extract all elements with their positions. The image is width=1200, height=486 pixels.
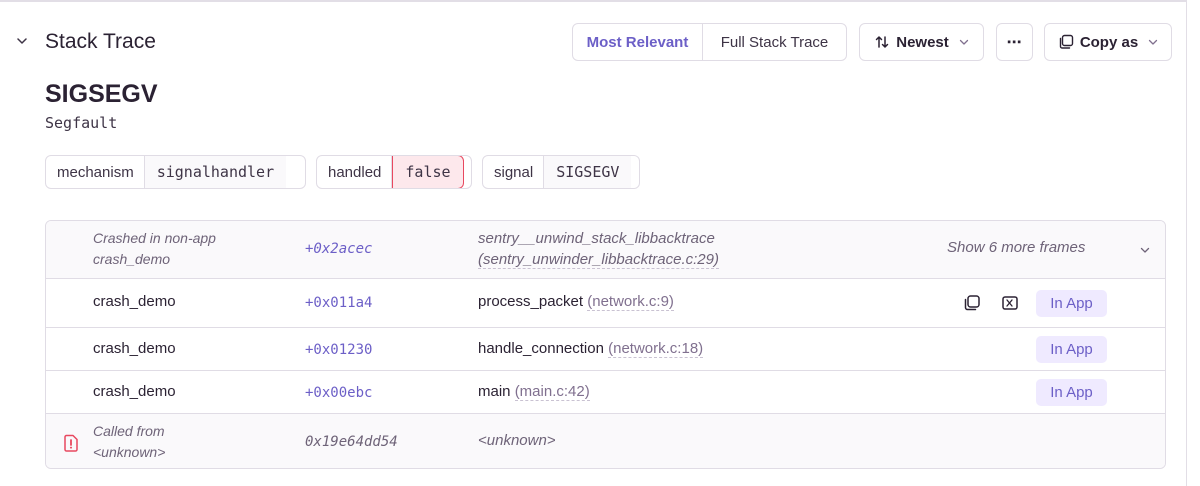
frame-package: Called from <unknown> (93, 421, 165, 463)
collapsed-frames-row[interactable]: Crashed in non-app crash_demo +0x2acec s… (46, 221, 1165, 278)
chevron-down-icon[interactable] (1140, 245, 1150, 255)
called-from-row[interactable]: Called from <unknown> 0x19e64dd54 <unkno… (46, 413, 1165, 468)
tag-key: mechanism (46, 156, 145, 188)
frame-address: +0x00ebc (305, 385, 373, 401)
function-location: (network.c:18) (608, 340, 704, 358)
frame-package: crash_demo (93, 293, 176, 310)
crashed-label: Crashed in non-app (93, 230, 216, 246)
called-from-label: Called from (93, 423, 165, 439)
section-title: Stack Trace (45, 30, 156, 53)
function-name: process_packet (478, 293, 584, 310)
tag-value: SIGSEGV (544, 156, 632, 188)
tag-handled: handled false (316, 155, 472, 189)
frame-function: sentry__unwind_stack_libbacktrace (sentr… (478, 228, 719, 270)
in-app-badge: In App (1036, 379, 1107, 406)
warning-file-icon (64, 434, 78, 452)
copy-icon (1059, 34, 1074, 49)
tag-value: signalhandler (144, 156, 287, 188)
full-stack-trace-button[interactable]: Full Stack Trace (703, 24, 846, 60)
function-name: sentry__unwind_stack_libbacktrace (478, 230, 715, 247)
in-app-badge: In App (1036, 336, 1107, 363)
most-relevant-button[interactable]: Most Relevant (573, 24, 703, 60)
sort-dropdown[interactable]: Newest (859, 23, 984, 61)
right-divider (1186, 0, 1187, 486)
package-name: crash_demo (93, 251, 171, 267)
show-more-frames-link[interactable]: Show 6 more frames (947, 239, 1085, 256)
tag-signal: signal SIGSEGV (482, 155, 640, 189)
copy-as-dropdown[interactable]: Copy as (1044, 23, 1172, 61)
chevron-down-icon[interactable] (17, 36, 27, 46)
top-divider (0, 0, 1186, 2)
package-name: <unknown> (93, 444, 166, 460)
tag-mechanism: mechanism signalhandler (45, 155, 306, 189)
open-in-editor-icon[interactable] (1001, 294, 1019, 312)
stack-frames-list: Crashed in non-app crash_demo +0x2acec s… (45, 220, 1166, 469)
chevron-down-icon (1149, 39, 1158, 45)
sort-label: Newest (896, 33, 949, 51)
in-app-badge: In App (1036, 290, 1107, 317)
function-location: (network.c:9) (587, 293, 674, 311)
frame-function: process_packet (network.c:9) (478, 293, 674, 311)
function-location: (sentry_unwinder_libbacktrace.c:29) (478, 251, 719, 269)
frame-function: handle_connection (network.c:18) (478, 340, 704, 358)
frame-address: 0x19e64dd54 (305, 434, 398, 450)
frame-package: Crashed in non-app crash_demo (93, 228, 216, 270)
stack-trace-header: Stack Trace Most Relevant Full Stack Tra… (0, 22, 1186, 62)
stack-frame-row[interactable]: crash_demo +0x011a4 process_packet (netw… (46, 278, 1165, 327)
frame-address: +0x2acec (305, 241, 373, 257)
frame-address: +0x01230 (305, 342, 373, 358)
copy-as-label: Copy as (1079, 33, 1139, 51)
stack-frame-row[interactable]: crash_demo +0x01230 handle_connection (n… (46, 327, 1165, 370)
frame-address: +0x011a4 (305, 295, 373, 311)
copy-icon[interactable] (963, 294, 981, 312)
function-name: main (478, 383, 511, 400)
sort-arrows-icon (875, 36, 889, 48)
frame-function: main (main.c:42) (478, 383, 590, 401)
frame-package: crash_demo (93, 340, 176, 357)
view-toggle: Most Relevant Full Stack Trace (572, 23, 847, 61)
chevron-down-icon (959, 39, 968, 45)
frame-function: <unknown> (478, 432, 556, 449)
tag-key: signal (483, 156, 545, 188)
function-name: handle_connection (478, 340, 604, 357)
more-options-button[interactable]: ⋯ (996, 23, 1033, 61)
tag-value: false (392, 156, 464, 188)
frame-package: crash_demo (93, 383, 176, 400)
tag-key: handled (317, 156, 393, 188)
exception-value: Segfault (45, 114, 118, 132)
function-location: (main.c:42) (514, 383, 590, 401)
exception-type: SIGSEGV (45, 80, 158, 108)
stack-frame-row[interactable]: crash_demo +0x00ebc main (main.c:42) In … (46, 370, 1165, 413)
